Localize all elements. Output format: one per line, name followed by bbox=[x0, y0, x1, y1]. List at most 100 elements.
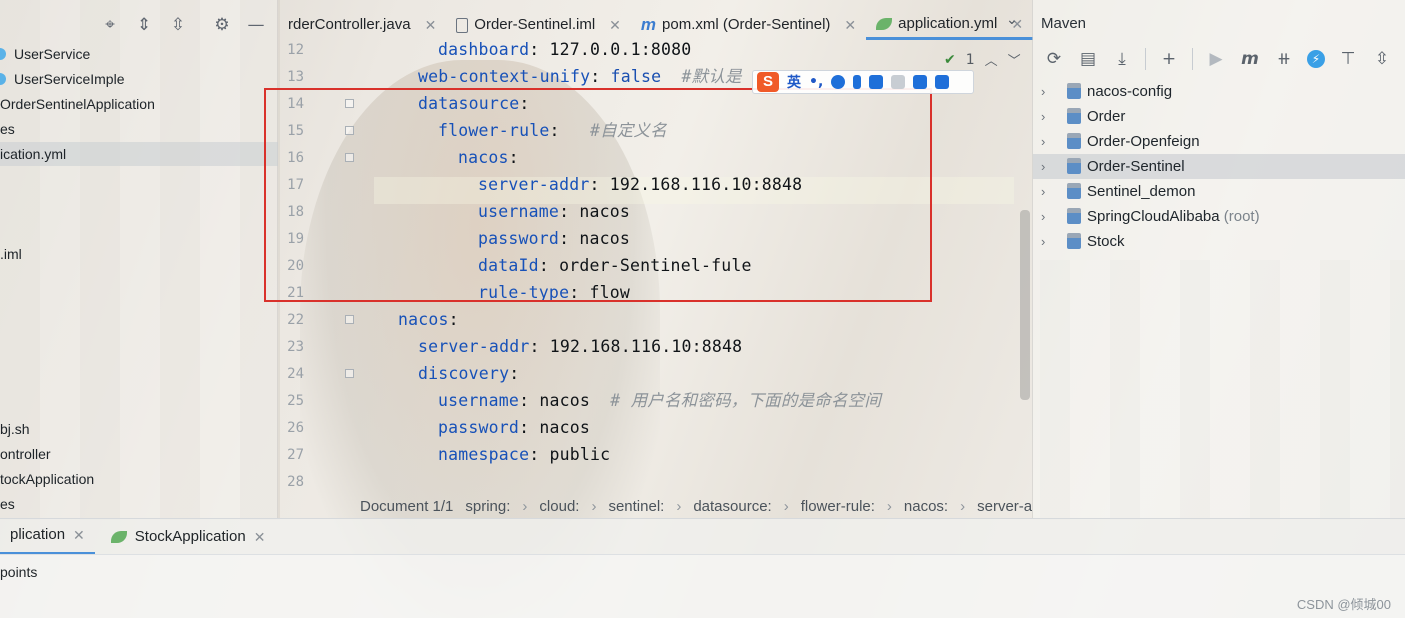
breadcrumb-item[interactable]: datasource: bbox=[693, 498, 771, 515]
chevron-right-icon[interactable]: › bbox=[1041, 179, 1055, 204]
close-icon[interactable]: ✕ bbox=[609, 10, 621, 40]
tree-item[interactable]: UserService bbox=[0, 42, 90, 66]
offline-mode-icon[interactable]: ⚡ bbox=[1307, 50, 1325, 68]
maven-project-item[interactable]: › Order-Openfeign bbox=[1033, 129, 1405, 154]
code-line[interactable]: server-addr: 192.168.116.10:8848 bbox=[478, 176, 802, 204]
code-line[interactable]: username: nacos bbox=[478, 203, 630, 231]
maven-project-item[interactable]: › Order-Sentinel bbox=[1033, 154, 1405, 179]
code-line[interactable]: dashboard: 127.0.0.1:8080 bbox=[438, 41, 691, 69]
chevron-up-icon[interactable]: ︿ bbox=[985, 50, 998, 69]
chevron-down-icon[interactable]: ⌄ bbox=[1006, 12, 1018, 28]
maven-project-item[interactable]: › Sentinel_demon bbox=[1033, 179, 1405, 204]
collapse-all-icon[interactable]: ⇳ bbox=[168, 15, 188, 35]
user-icon[interactable] bbox=[891, 75, 906, 89]
editor-scrollbar[interactable] bbox=[1020, 210, 1030, 400]
code-editor[interactable]: 12 dashboard: 127.0.0.1:8080 13 web-context… bbox=[278, 40, 1032, 518]
tab-run-stock-application[interactable]: StockApplication ✕ bbox=[101, 519, 276, 555]
maven-project-item[interactable]: › nacos-config bbox=[1033, 79, 1405, 104]
keyboard-icon[interactable] bbox=[869, 75, 884, 89]
tree-item[interactable]: UserServiceImple bbox=[0, 67, 124, 91]
chevron-right-icon[interactable]: › bbox=[1041, 79, 1055, 104]
code-line[interactable]: nacos: bbox=[398, 311, 459, 339]
ime-toolbar[interactable]: S 英 •, bbox=[752, 70, 974, 94]
collapse-all-icon[interactable]: ⇳ bbox=[1371, 48, 1393, 70]
maven-module-icon bbox=[1067, 158, 1081, 174]
skin-icon[interactable] bbox=[913, 75, 928, 89]
crosshair-icon[interactable]: ⌖ bbox=[100, 15, 120, 35]
tree-item[interactable]: .iml bbox=[0, 242, 22, 266]
close-icon[interactable]: ✕ bbox=[73, 517, 85, 553]
tree-item[interactable]: es bbox=[0, 492, 15, 516]
chevron-right-icon[interactable]: › bbox=[1041, 104, 1055, 129]
ime-punct-label[interactable]: •, bbox=[809, 74, 823, 90]
fold-marker[interactable] bbox=[345, 369, 354, 378]
expand-all-icon[interactable]: ⇕ bbox=[134, 15, 154, 35]
emoji-icon[interactable] bbox=[831, 75, 846, 89]
reload-icon[interactable]: ⟳ bbox=[1043, 48, 1065, 70]
code-line[interactable]: nacos: bbox=[458, 149, 519, 177]
grid-menu-icon[interactable] bbox=[935, 75, 950, 89]
code-line[interactable]: flower-rule: #自定义名 bbox=[438, 122, 667, 150]
show-dependencies-icon[interactable]: ⊤ bbox=[1337, 48, 1359, 70]
tab-run-application[interactable]: plication ✕ bbox=[0, 519, 95, 555]
fold-marker[interactable] bbox=[345, 153, 354, 162]
tab-pom-xml[interactable]: m pom.xml (Order-Sentinel) ✕ bbox=[631, 10, 866, 40]
tree-item[interactable]: OrderSentinelApplication bbox=[0, 92, 155, 116]
close-icon[interactable]: ✕ bbox=[254, 519, 266, 555]
skip-tests-icon[interactable]: ⧺ bbox=[1273, 48, 1295, 70]
chevron-down-icon[interactable]: ﹀ bbox=[1008, 50, 1021, 69]
code-line[interactable]: rule-type: flow bbox=[478, 284, 630, 312]
add-icon[interactable]: + bbox=[1158, 48, 1180, 70]
breadcrumb-item[interactable]: sentinel: bbox=[608, 498, 664, 515]
code-line[interactable]: dataId: order-Sentinel-fule bbox=[478, 257, 752, 285]
ime-mode-label[interactable]: 英 bbox=[787, 72, 801, 92]
chevron-right-icon[interactable]: › bbox=[1041, 129, 1055, 154]
fold-marker[interactable] bbox=[345, 126, 354, 135]
yaml-colon: : bbox=[529, 337, 540, 356]
yaml-key: username bbox=[438, 391, 520, 410]
tab-order-sentinel-iml[interactable]: Order-Sentinel.iml ✕ bbox=[446, 10, 631, 40]
code-line[interactable]: server-addr: 192.168.116.10:8848 bbox=[418, 337, 742, 366]
maven-project-item[interactable]: › Order bbox=[1033, 104, 1405, 129]
breakpoints-label[interactable]: points bbox=[0, 564, 37, 580]
gear-icon[interactable]: ⚙ bbox=[212, 15, 232, 35]
download-icon[interactable]: ⤓ bbox=[1111, 48, 1133, 70]
execute-goal-icon[interactable]: m bbox=[1239, 48, 1261, 70]
maven-project-item[interactable]: › SpringCloudAlibaba (root) bbox=[1033, 204, 1405, 229]
close-icon[interactable]: ✕ bbox=[425, 10, 437, 40]
tree-item-label: UserServiceImple bbox=[14, 71, 125, 87]
maven-project-item[interactable]: › Stock bbox=[1033, 229, 1405, 254]
tree-item[interactable]: tockApplication bbox=[0, 467, 94, 491]
maven-module-icon bbox=[1067, 83, 1081, 99]
breadcrumb-item[interactable]: cloud: bbox=[539, 498, 579, 515]
microphone-icon[interactable] bbox=[853, 75, 862, 89]
breadcrumb-item[interactable]: server-add bbox=[977, 498, 1032, 515]
tab-order-controller[interactable]: rderController.java ✕ bbox=[278, 10, 446, 40]
code-line[interactable]: web-context-unify: false #默认是 bbox=[418, 68, 742, 96]
breadcrumb-item[interactable]: spring: bbox=[465, 498, 510, 515]
generate-sources-icon[interactable]: ▤ bbox=[1077, 48, 1099, 70]
chevron-right-icon[interactable]: › bbox=[1041, 154, 1055, 179]
code-line[interactable]: datasource: bbox=[418, 95, 529, 123]
tree-item[interactable]: ication.yml bbox=[0, 142, 278, 166]
code-line[interactable]: namespace: public bbox=[438, 446, 610, 474]
tree-item[interactable]: bj.sh bbox=[0, 417, 30, 441]
code-line[interactable]: discovery: bbox=[418, 365, 519, 393]
code-line[interactable]: username: nacos # 用户名和密码，下面的是命名空间 bbox=[438, 391, 881, 420]
minimize-icon[interactable]: — bbox=[246, 15, 266, 35]
run-icon[interactable]: ▶ bbox=[1205, 48, 1227, 70]
ime-logo[interactable]: S bbox=[757, 72, 779, 92]
close-icon[interactable]: ✕ bbox=[844, 10, 856, 40]
chevron-right-icon[interactable]: › bbox=[1041, 204, 1055, 229]
line-number: 19 bbox=[287, 231, 304, 247]
chevron-right-icon[interactable]: › bbox=[1041, 229, 1055, 254]
fold-marker[interactable] bbox=[345, 99, 354, 108]
breadcrumb-item[interactable]: flower-rule: bbox=[801, 498, 875, 515]
inspection-widget[interactable]: ✔ 1 ︿ ﹀ bbox=[944, 50, 1021, 70]
tree-item[interactable]: es bbox=[0, 117, 15, 141]
code-line[interactable]: password: nacos bbox=[478, 230, 630, 258]
fold-marker[interactable] bbox=[345, 315, 354, 324]
code-line[interactable]: password: nacos bbox=[438, 419, 590, 447]
breadcrumb-item[interactable]: nacos: bbox=[904, 498, 948, 515]
tree-item[interactable]: ontroller bbox=[0, 442, 51, 466]
